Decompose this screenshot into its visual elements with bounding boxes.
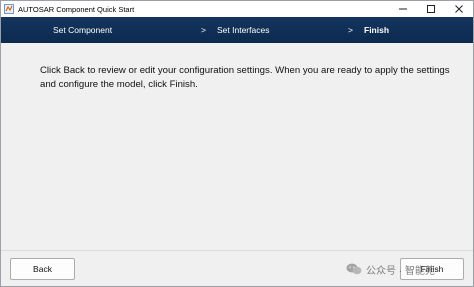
step-finish-active: Finish xyxy=(364,25,390,35)
step-separator: > xyxy=(201,25,206,35)
maximize-icon[interactable] xyxy=(417,1,445,17)
close-icon[interactable] xyxy=(445,1,473,17)
watermark: 公众号 · 智能苑 xyxy=(346,261,435,277)
title-bar: AUTOSAR Component Quick Start xyxy=(1,1,473,17)
back-button[interactable]: Back xyxy=(10,258,75,280)
step-banner: Set Component > Set Interfaces > Finish xyxy=(1,17,473,43)
window-title: AUTOSAR Component Quick Start xyxy=(18,4,135,14)
wechat-icon xyxy=(346,263,362,275)
step-set-interfaces: Set Interfaces xyxy=(217,25,270,35)
app-icon xyxy=(4,4,14,14)
content-panel: Click Back to review or edit your config… xyxy=(1,43,473,249)
watermark-text: 公众号 · 智能苑 xyxy=(366,265,435,277)
window-controls xyxy=(389,1,473,17)
step-separator: > xyxy=(348,25,353,35)
quick-start-window: AUTOSAR Component Quick Start Set Compon… xyxy=(0,0,474,287)
minimize-icon[interactable] xyxy=(389,1,417,17)
instruction-message: Click Back to review or edit your config… xyxy=(40,65,450,90)
footer-bar: Back Finish 公众号 · 智能苑 xyxy=(1,250,473,286)
step-set-component: Set Component xyxy=(53,25,113,35)
